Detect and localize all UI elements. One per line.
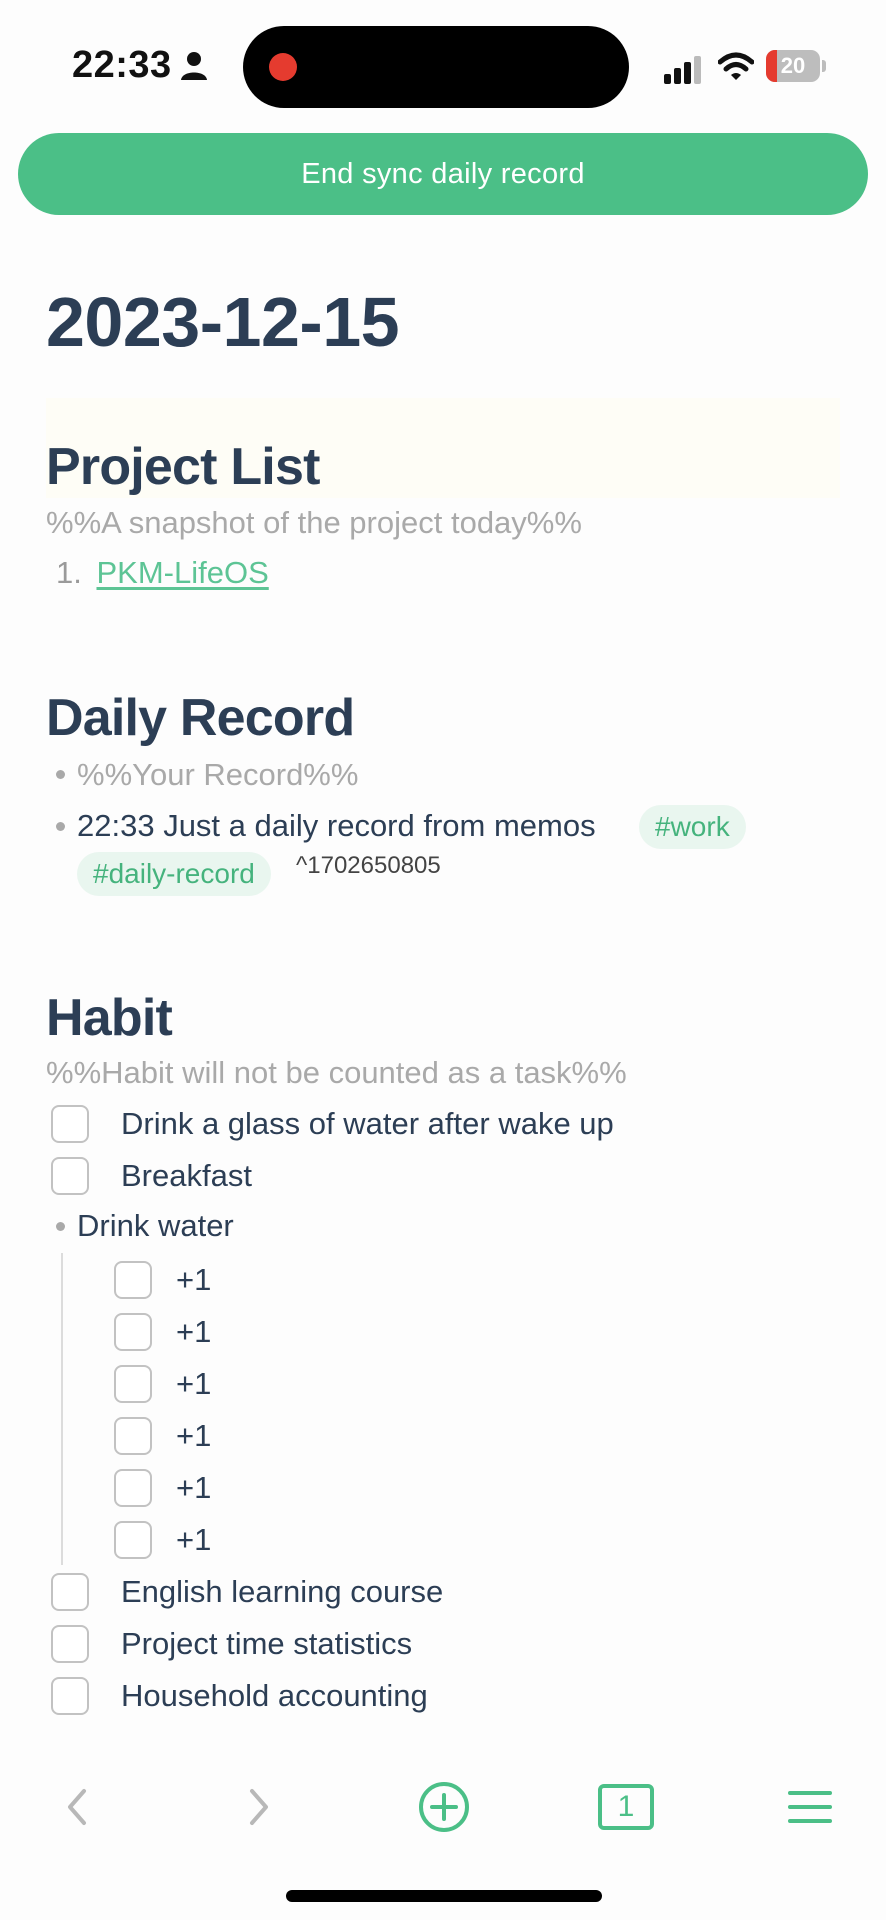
project-list-comment: %%A snapshot of the project today%% bbox=[46, 505, 582, 540]
bullet-dot bbox=[56, 822, 65, 831]
tab-count: 1 bbox=[617, 1790, 635, 1823]
tag-work[interactable]: #work bbox=[639, 805, 746, 849]
battery-icon: 20 bbox=[766, 50, 826, 82]
task-item[interactable]: Breakfast bbox=[51, 1156, 252, 1196]
heading-daily-record: Daily Record bbox=[46, 689, 355, 747]
new-note-button[interactable] bbox=[409, 1775, 479, 1839]
tab-count-icon: 1 bbox=[598, 1784, 654, 1830]
task-item[interactable]: Household accounting bbox=[51, 1676, 428, 1716]
subtask-label: +1 bbox=[176, 1366, 212, 1401]
task-checkbox[interactable] bbox=[51, 1157, 89, 1195]
subtask-label: +1 bbox=[176, 1418, 212, 1453]
menu-button[interactable] bbox=[775, 1775, 845, 1839]
end-sync-button[interactable]: End sync daily record bbox=[18, 133, 868, 215]
task-label: Project time statistics bbox=[121, 1626, 413, 1661]
back-button[interactable] bbox=[42, 1775, 112, 1839]
note-title: 2023-12-15 bbox=[46, 283, 400, 361]
plus-circle-icon bbox=[419, 1782, 469, 1832]
task-checkbox[interactable] bbox=[51, 1105, 89, 1143]
task-item[interactable]: Drink a glass of water after wake up bbox=[51, 1104, 614, 1144]
daily-record-entry: 22:33 Just a daily record from memos bbox=[77, 808, 596, 843]
subtask-item[interactable]: +1 bbox=[114, 1468, 211, 1508]
project-link[interactable]: PKM-LifeOS bbox=[96, 555, 268, 590]
task-label: Drink a glass of water after wake up bbox=[121, 1106, 614, 1141]
task-label: Breakfast bbox=[121, 1158, 252, 1193]
dynamic-island bbox=[243, 26, 629, 108]
task-checkbox[interactable] bbox=[114, 1261, 152, 1299]
indent-guide bbox=[61, 1253, 63, 1565]
block-id: ^1702650805 bbox=[296, 852, 441, 879]
task-checkbox[interactable] bbox=[51, 1625, 89, 1663]
person-icon bbox=[181, 52, 207, 80]
chevron-left-icon bbox=[68, 1789, 86, 1825]
recording-indicator-icon bbox=[269, 53, 297, 81]
wifi-icon bbox=[718, 52, 754, 80]
home-indicator bbox=[286, 1890, 602, 1902]
chevron-right-icon bbox=[250, 1789, 268, 1825]
subtask-item[interactable]: +1 bbox=[114, 1364, 211, 1404]
heading-habit: Habit bbox=[46, 989, 173, 1047]
heading-project-list: Project List bbox=[46, 438, 320, 496]
subtask-item[interactable]: +1 bbox=[114, 1520, 211, 1560]
tabs-button[interactable]: 1 bbox=[591, 1775, 661, 1839]
hamburger-menu-icon bbox=[788, 1791, 832, 1823]
list-number: 1. bbox=[56, 555, 82, 590]
subtask-label: +1 bbox=[176, 1522, 212, 1557]
task-item[interactable]: English learning course bbox=[51, 1572, 443, 1612]
subtask-item[interactable]: +1 bbox=[114, 1416, 211, 1456]
bullet-dot bbox=[56, 1222, 65, 1231]
subtask-label: +1 bbox=[176, 1314, 212, 1349]
task-checkbox[interactable] bbox=[114, 1313, 152, 1351]
task-checkbox[interactable] bbox=[114, 1521, 152, 1559]
task-checkbox[interactable] bbox=[114, 1417, 152, 1455]
habit-comment: %%Habit will not be counted as a task%% bbox=[46, 1055, 627, 1090]
task-item[interactable]: Project time statistics bbox=[51, 1624, 412, 1664]
bullet-dot bbox=[56, 770, 65, 779]
subtask-label: +1 bbox=[176, 1470, 212, 1505]
status-time: 22:33 bbox=[72, 44, 172, 86]
tag-daily-record[interactable]: #daily-record bbox=[77, 852, 271, 896]
status-bar: 22:33 20 bbox=[0, 0, 886, 130]
subtask-item[interactable]: +1 bbox=[114, 1312, 211, 1352]
forward-button[interactable] bbox=[224, 1775, 294, 1839]
task-checkbox[interactable] bbox=[51, 1677, 89, 1715]
cellular-signal-icon bbox=[664, 56, 701, 84]
task-checkbox[interactable] bbox=[114, 1365, 152, 1403]
subtask-label: +1 bbox=[176, 1262, 212, 1297]
subtask-item[interactable]: +1 bbox=[114, 1260, 211, 1300]
task-label: English learning course bbox=[121, 1574, 444, 1609]
battery-level: 20 bbox=[780, 53, 806, 78]
task-checkbox[interactable] bbox=[114, 1469, 152, 1507]
drink-water-label: Drink water bbox=[77, 1208, 234, 1243]
daily-record-comment: %%Your Record%% bbox=[77, 757, 359, 792]
project-list-item: 1. PKM-LifeOS bbox=[56, 555, 269, 591]
task-checkbox[interactable] bbox=[51, 1573, 89, 1611]
task-label: Household accounting bbox=[121, 1678, 428, 1713]
